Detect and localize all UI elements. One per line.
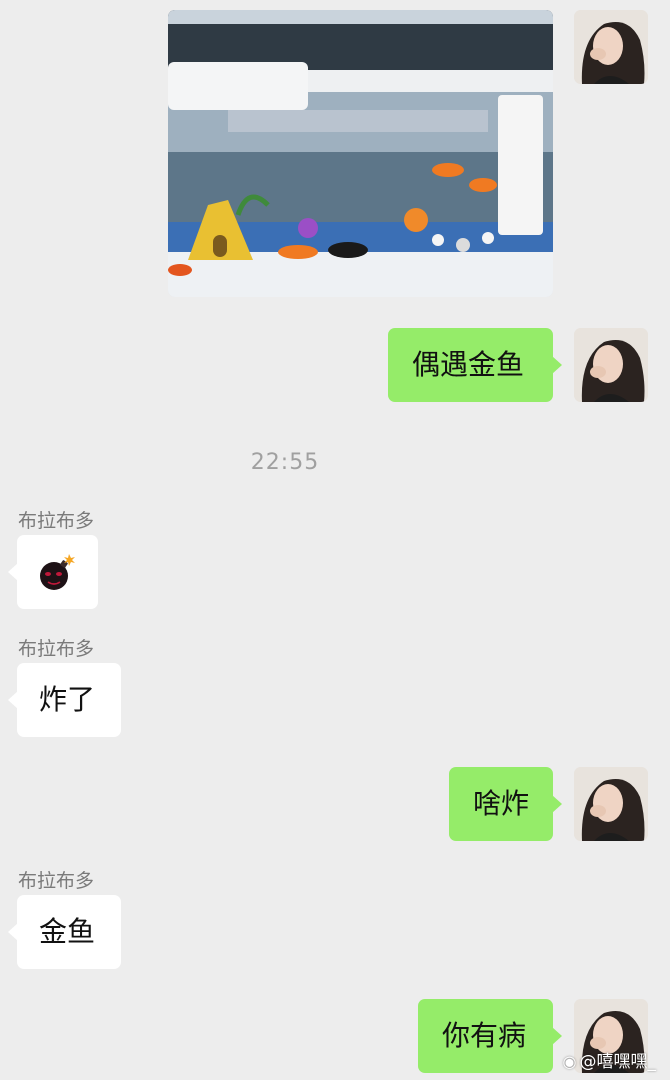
message-text: 偶遇金鱼 bbox=[412, 348, 525, 381]
my-avatar[interactable] bbox=[574, 10, 648, 84]
message-text: 炸了 bbox=[39, 683, 96, 716]
bomb-emoji-icon bbox=[40, 554, 75, 590]
aquarium-photo bbox=[168, 10, 553, 297]
my-avatar[interactable] bbox=[574, 767, 648, 841]
incoming-message-bubble[interactable]: 金鱼 bbox=[8, 895, 121, 969]
outgoing-message-bubble[interactable]: 偶遇金鱼 bbox=[388, 328, 562, 402]
incoming-message-bubble[interactable]: 炸了 bbox=[8, 663, 121, 737]
watermark: ◉ @嘻嘿嘿_ bbox=[563, 1047, 656, 1072]
my-avatar[interactable] bbox=[574, 328, 648, 402]
sender-name: 布拉布多 bbox=[18, 510, 95, 532]
avatar-photo bbox=[574, 328, 648, 402]
incoming-message-bubble[interactable] bbox=[8, 535, 98, 609]
avatar-photo bbox=[574, 767, 648, 841]
sender-name: 布拉布多 bbox=[18, 870, 95, 892]
outgoing-message-bubble[interactable]: 你有病 bbox=[418, 999, 562, 1073]
message-text: 啥炸 bbox=[473, 787, 530, 820]
sender-name: 布拉布多 bbox=[18, 638, 95, 660]
message-text: 金鱼 bbox=[39, 915, 96, 948]
watermark-text: @嘻嘿嘿_ bbox=[579, 1052, 657, 1072]
avatar-photo bbox=[574, 10, 648, 84]
weibo-icon: ◉ bbox=[562, 1052, 577, 1071]
message-text: 你有病 bbox=[442, 1019, 527, 1052]
outgoing-message-bubble[interactable]: 啥炸 bbox=[449, 767, 562, 841]
aquarium-photo-message[interactable] bbox=[168, 10, 553, 297]
message-timestamp: 22:55 bbox=[250, 450, 320, 475]
